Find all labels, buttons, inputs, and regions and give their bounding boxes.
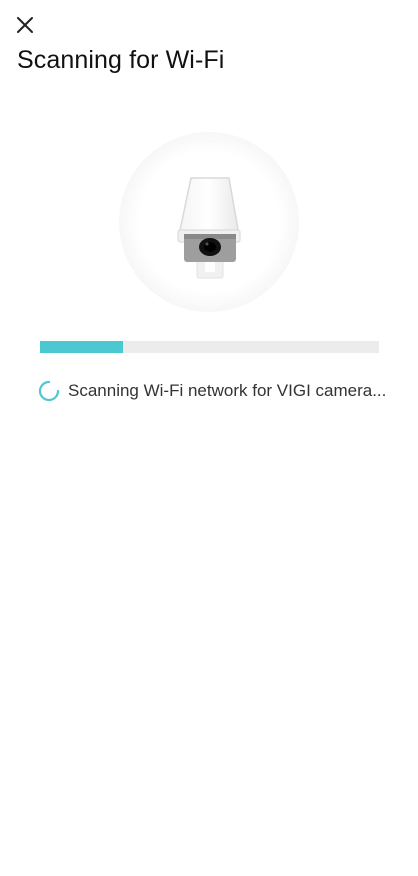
close-icon <box>17 17 33 33</box>
status-text: Scanning Wi-Fi network for VIGI camera..… <box>68 381 387 400</box>
progress-bar-fill <box>40 341 124 353</box>
page-title: Scanning for Wi-Fi <box>17 46 225 74</box>
progress-bar <box>40 341 379 353</box>
loading-spinner-icon <box>38 380 60 402</box>
status-row: Scanning Wi-Fi network for VIGI camera..… <box>38 380 386 402</box>
camera-illustration <box>119 132 299 312</box>
camera-icon <box>177 177 241 279</box>
close-button[interactable] <box>12 12 38 38</box>
